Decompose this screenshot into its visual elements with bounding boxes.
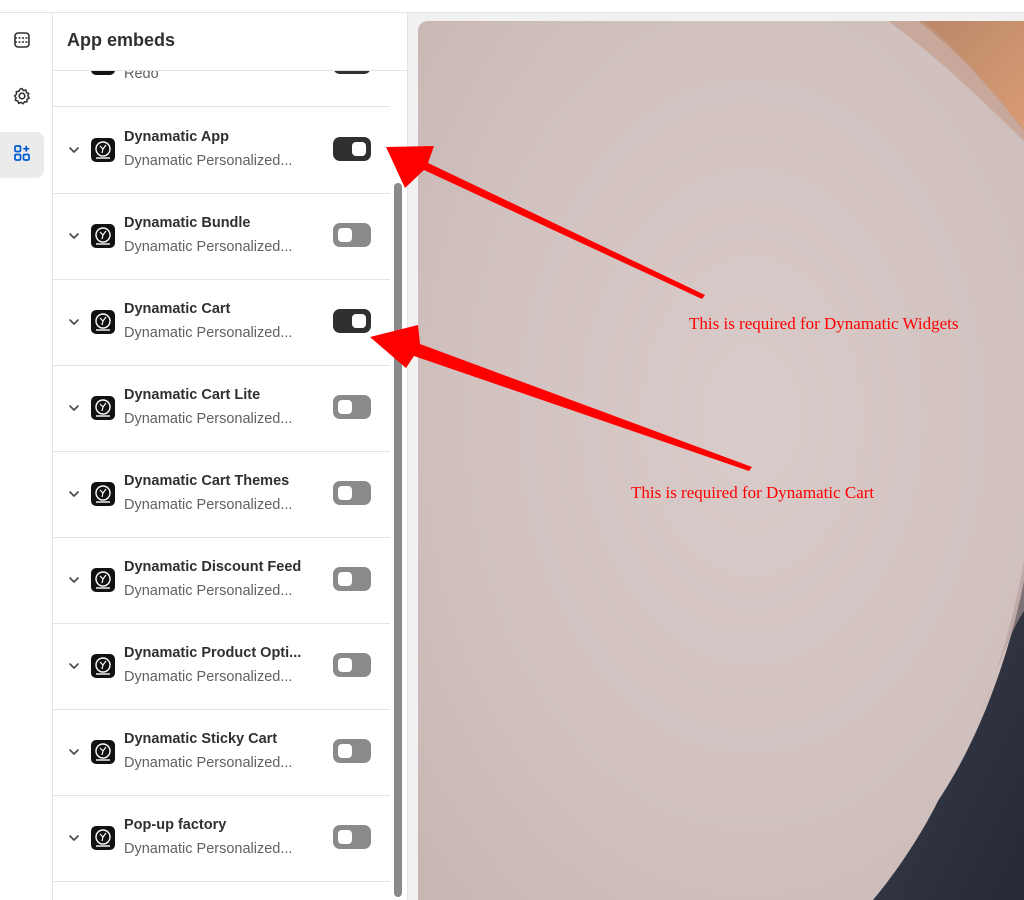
annotation-cart-note: This is required for Dynamatic Cart bbox=[631, 483, 875, 502]
page-title: App embeds bbox=[67, 30, 176, 50]
panel-header: App embeds bbox=[53, 13, 407, 71]
annotation-widgets-note: This is required for Dynamatic Widgets bbox=[689, 314, 959, 333]
arrow-to-dynamatic-cart bbox=[370, 325, 752, 471]
annotation-arrows bbox=[370, 146, 752, 471]
arrow-to-dynamatic-app bbox=[386, 146, 705, 299]
